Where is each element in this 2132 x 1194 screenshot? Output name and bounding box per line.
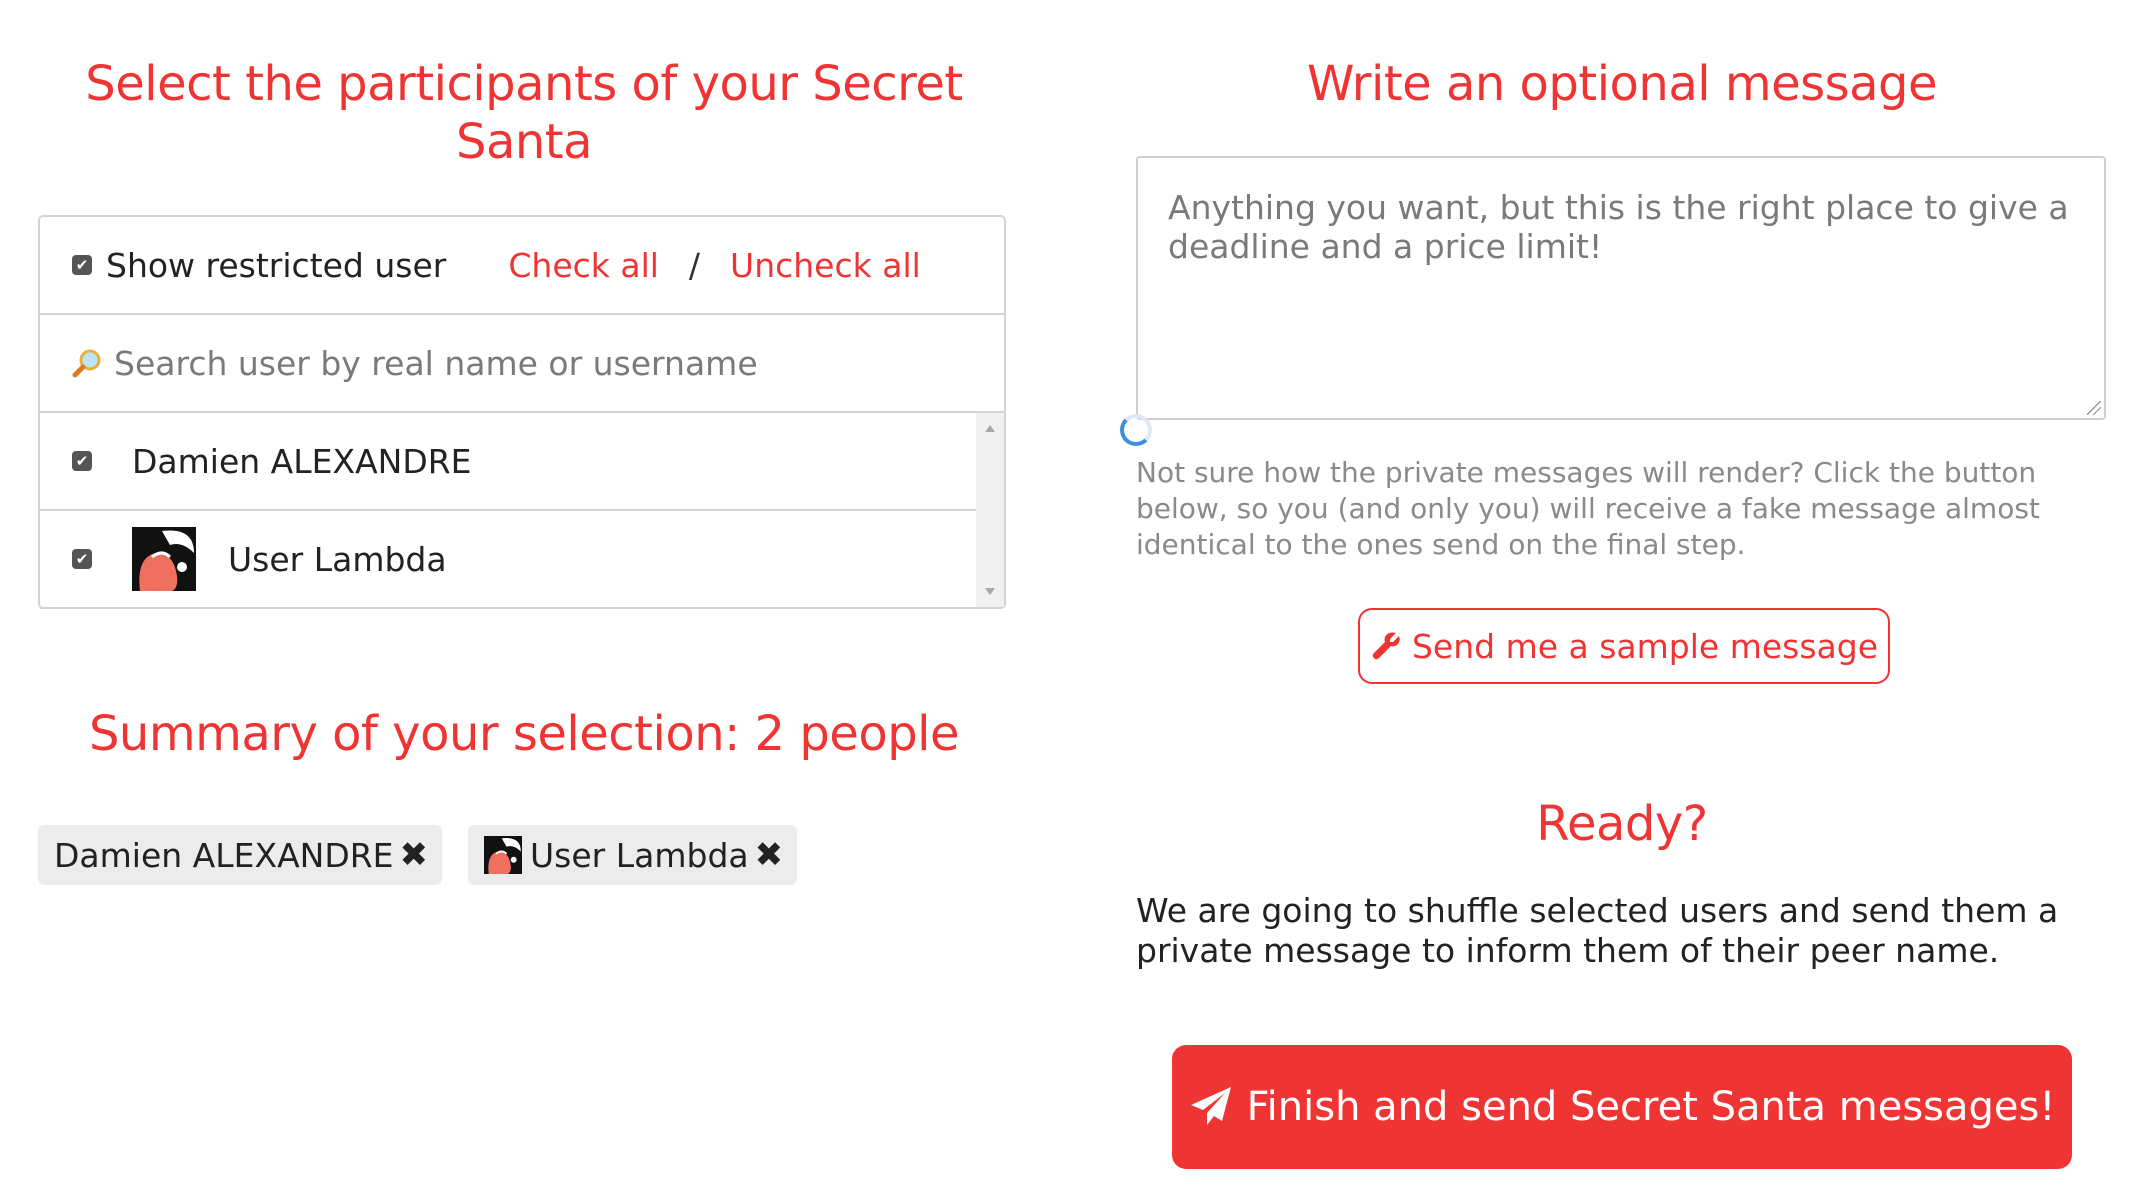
user-row[interactable]: ✔ User Lambda: [40, 511, 976, 609]
message-title: Write an optional message: [1306, 56, 1938, 112]
avatar: [484, 836, 523, 874]
ready-title: Ready?: [1536, 796, 1708, 852]
message-column: Write an optional message Not sure how t…: [1120, 55, 2108, 1169]
summary-title: Summary of your selection: 2 people: [88, 706, 960, 762]
user-checkbox[interactable]: ✔: [72, 451, 92, 471]
participants-title: Select the participants of your Secret S…: [85, 56, 963, 170]
send-sample-label: Send me a sample message: [1411, 626, 1879, 666]
user-list[interactable]: ✔ Damien ALEXANDRE ✔ User Lambda: [40, 413, 1004, 609]
chip-label: Damien ALEXANDRE: [54, 835, 394, 875]
selection-toolbar: ✔ Show restricted user Check all / Unche…: [40, 217, 1004, 315]
close-icon[interactable]: ✖: [755, 835, 784, 875]
user-name: Damien ALEXANDRE: [132, 441, 472, 481]
finish-send-label: Finish and send Secret Santa messages!: [1246, 1084, 2056, 1130]
loading-spinner-icon: [1120, 414, 1152, 446]
selected-user-chip: User Lambda ✖: [468, 825, 798, 885]
sample-help-text: Not sure how the private messages will r…: [1136, 456, 2040, 561]
resize-handle[interactable]: [2087, 401, 2101, 415]
paper-plane-icon: [1190, 1087, 1231, 1125]
scroll-up-icon[interactable]: [985, 425, 995, 432]
user-name: User Lambda: [228, 539, 447, 579]
finish-send-button[interactable]: Finish and send Secret Santa messages!: [1172, 1045, 2072, 1169]
close-icon[interactable]: ✖: [400, 835, 429, 875]
link-separator: /: [688, 245, 701, 285]
user-row[interactable]: ✔ Damien ALEXANDRE: [40, 413, 976, 511]
participants-column: Select the participants of your Secret S…: [38, 55, 1010, 885]
show-restricted-checkbox[interactable]: ✔: [72, 255, 92, 275]
show-restricted-label[interactable]: Show restricted user: [106, 246, 446, 285]
wrench-icon: [1372, 632, 1400, 660]
scroll-down-icon[interactable]: [985, 588, 995, 595]
user-checkbox[interactable]: ✔: [72, 549, 92, 569]
search-input[interactable]: [112, 342, 916, 384]
user-list-scrollbar[interactable]: [976, 413, 1004, 607]
message-textarea[interactable]: [1136, 156, 2106, 420]
uncheck-all-link[interactable]: Uncheck all: [730, 246, 921, 285]
magnifier-icon: [72, 349, 101, 378]
chip-label: User Lambda: [530, 835, 749, 875]
user-selection-panel: ✔ Show restricted user Check all / Unche…: [38, 215, 1006, 609]
avatar: [132, 527, 196, 591]
search-row: [40, 315, 1004, 413]
send-sample-button[interactable]: Send me a sample message: [1358, 608, 1890, 684]
selected-user-chip: Damien ALEXANDRE ✖: [38, 825, 443, 885]
ready-description: We are going to shuffle selected users a…: [1136, 891, 2059, 970]
selected-users-chips: Damien ALEXANDRE ✖ User Lambda ✖: [38, 825, 798, 885]
check-all-link[interactable]: Check all: [508, 246, 659, 285]
